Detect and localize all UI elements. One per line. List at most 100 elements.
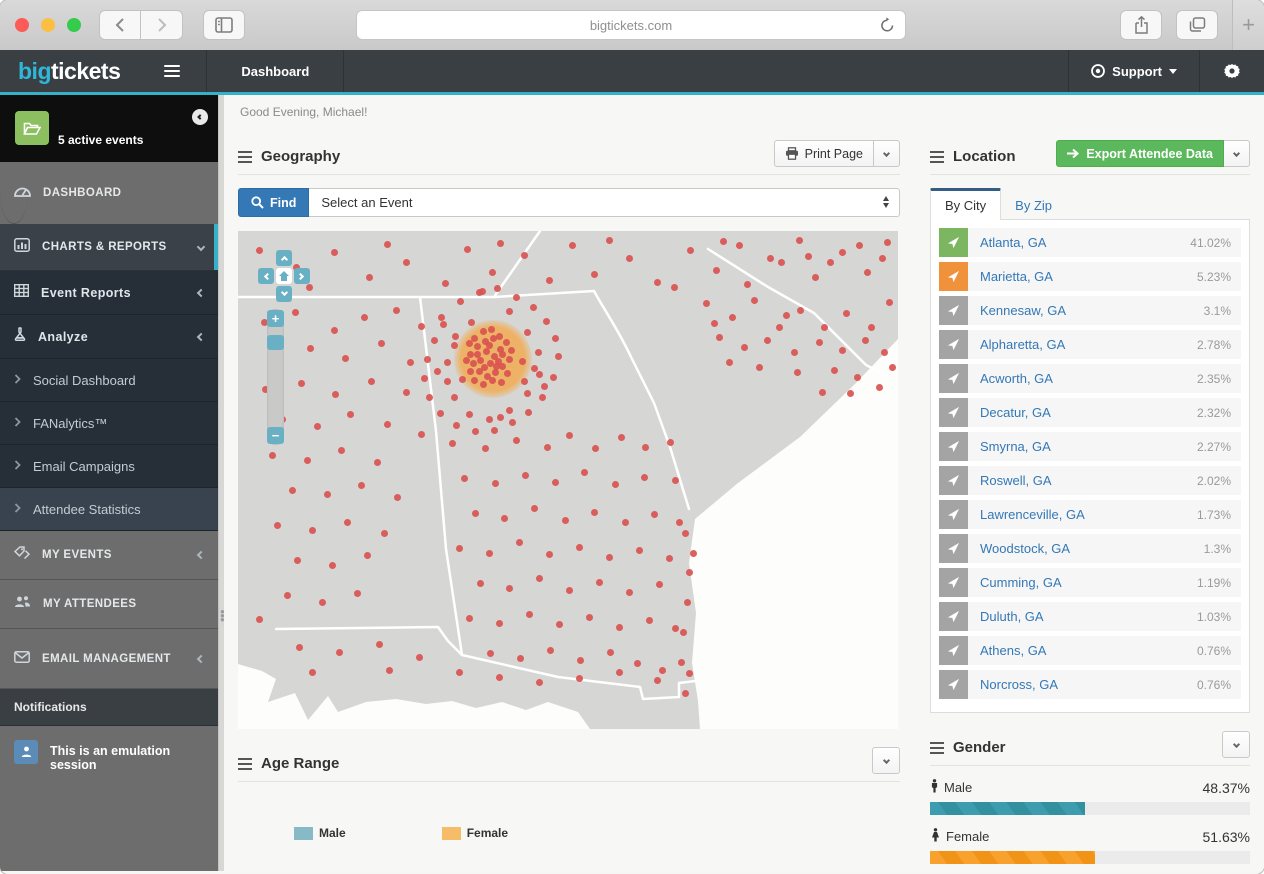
export-options-button[interactable] (1224, 140, 1250, 167)
forward-button[interactable] (141, 10, 183, 40)
city-row[interactable]: Roswell, GA2.02% (939, 466, 1241, 495)
tab-by-city[interactable]: By City (930, 188, 1001, 220)
city-row[interactable]: Alpharetta, GA2.78% (939, 330, 1241, 359)
city-name[interactable]: Cumming, GA (980, 575, 1062, 590)
support-menu[interactable]: Support (1068, 50, 1199, 92)
active-events-badge[interactable] (15, 111, 49, 145)
city-row[interactable]: Decatur, GA2.32% (939, 398, 1241, 427)
new-tab-button[interactable]: + (1232, 0, 1264, 50)
attendee-dot (531, 365, 538, 372)
sidebar-item-my-attendees[interactable]: MY ATTENDEES (0, 580, 218, 629)
city-row[interactable]: Duluth, GA1.03% (939, 602, 1241, 631)
print-page-button[interactable]: Print Page (774, 140, 874, 167)
sidebar-item-attendee-statistics[interactable]: Attendee Statistics (0, 488, 218, 531)
geography-map[interactable]: + − (238, 231, 898, 729)
city-name[interactable]: Woodstock, GA (980, 541, 1070, 556)
city-name[interactable]: Lawrenceville, GA (980, 507, 1085, 522)
collapse-sidebar-button[interactable] (192, 109, 208, 125)
attendee-dot (666, 555, 673, 562)
city-name[interactable]: Acworth, GA (980, 371, 1053, 386)
close-window-button[interactable] (15, 18, 29, 32)
menu-toggle-button[interactable] (138, 50, 206, 92)
city-name[interactable]: Roswell, GA (980, 473, 1052, 488)
city-name[interactable]: Smyrna, GA (980, 439, 1051, 454)
settings-button[interactable] (1199, 50, 1264, 92)
brand-logo[interactable]: bigtickets (0, 50, 138, 92)
city-name[interactable]: Atlanta, GA (980, 235, 1046, 250)
city-name[interactable]: Decatur, GA (980, 405, 1051, 420)
reload-button[interactable] (880, 17, 895, 34)
pan-up-button[interactable] (276, 250, 292, 266)
zoom-window-button[interactable] (67, 18, 81, 32)
minimize-window-button[interactable] (41, 18, 55, 32)
attendee-dot (256, 616, 263, 623)
sidebar-toggle-button[interactable] (203, 10, 245, 40)
sidebar-resize-handle[interactable]: ●●● (218, 95, 224, 871)
sidebar-item-dashboard[interactable]: DASHBOARD (0, 162, 28, 224)
city-row[interactable]: Acworth, GA2.35% (939, 364, 1241, 393)
panel-menu-icon[interactable] (238, 758, 252, 770)
attendee-dot (886, 299, 893, 306)
event-select[interactable]: Select an Event (309, 188, 900, 217)
sidebar-item-email-campaigns[interactable]: Email Campaigns (0, 445, 218, 488)
city-row[interactable]: Athens, GA0.76% (939, 636, 1241, 665)
find-button[interactable]: Find (238, 188, 309, 217)
city-row[interactable]: Cumming, GA1.19% (939, 568, 1241, 597)
city-name[interactable]: Marietta, GA (980, 269, 1053, 284)
address-bar[interactable]: bigtickets.com (356, 10, 906, 40)
export-attendee-data-button[interactable]: Export Attendee Data (1056, 140, 1224, 167)
attendee-dot (496, 620, 503, 627)
city-row[interactable]: Marietta, GA5.23% (939, 262, 1241, 291)
zoom-slider-handle[interactable] (267, 335, 284, 350)
sidebar-item-event-reports[interactable]: Event Reports (0, 271, 218, 315)
pan-right-button[interactable] (294, 268, 310, 284)
zoom-out-button[interactable]: − (267, 427, 284, 444)
city-row[interactable]: Kennesaw, GA3.1% (939, 296, 1241, 325)
attendee-dot (494, 285, 501, 292)
panel-menu-icon[interactable] (930, 742, 944, 754)
map-home-button[interactable] (276, 268, 292, 284)
attendee-dot (539, 394, 546, 401)
city-name[interactable]: Kennesaw, GA (980, 303, 1066, 318)
nav-tab-dashboard[interactable]: Dashboard (206, 50, 344, 92)
attendee-dot (506, 308, 513, 315)
zoom-in-button[interactable]: + (267, 310, 284, 327)
attendee-dot (284, 592, 291, 599)
arrow-right-icon (14, 457, 21, 475)
sidebar-item-analyze[interactable]: Analyze (0, 315, 218, 359)
pan-left-button[interactable] (258, 268, 274, 284)
sidebar-item-fanalytics[interactable]: FANalytics™ (0, 402, 218, 445)
sidebar-item-email-management[interactable]: EMAIL MANAGEMENT (0, 629, 218, 689)
tab-by-zip[interactable]: By Zip (1001, 191, 1066, 220)
sidebar-item-my-events[interactable]: MY EVENTS (0, 531, 218, 580)
city-row[interactable]: Woodstock, GA1.3% (939, 534, 1241, 563)
city-name[interactable]: Athens, GA (980, 643, 1046, 658)
city-name[interactable]: Duluth, GA (980, 609, 1044, 624)
attendee-dot (407, 359, 414, 366)
attendee-dot (543, 318, 550, 325)
share-button[interactable] (1120, 10, 1162, 40)
back-button[interactable] (99, 10, 141, 40)
pan-down-button[interactable] (276, 286, 292, 302)
location-arrow-icon (939, 568, 968, 597)
attendee-dot (541, 383, 548, 390)
city-name[interactable]: Norcross, GA (980, 677, 1058, 692)
gender-collapse-button[interactable] (1222, 731, 1250, 758)
print-options-button[interactable] (874, 140, 900, 167)
city-row[interactable]: Smyrna, GA2.27% (939, 432, 1241, 461)
city-row[interactable]: Norcross, GA0.76% (939, 670, 1241, 699)
life-ring-icon (1091, 64, 1105, 78)
city-row[interactable]: Atlanta, GA41.02% (939, 228, 1241, 257)
panel-menu-icon[interactable] (930, 151, 944, 163)
city-name[interactable]: Alpharetta, GA (980, 337, 1065, 352)
panel-menu-icon[interactable] (238, 151, 252, 163)
browser-window: bigtickets.com (0, 0, 1264, 874)
attendee-dot (449, 440, 456, 447)
sidebar-item-social-dashboard[interactable]: Social Dashboard (0, 359, 218, 402)
city-row[interactable]: Lawrenceville, GA1.73% (939, 500, 1241, 529)
age-range-collapse-button[interactable] (872, 747, 900, 774)
sidebar-item-charts-reports[interactable]: CHARTS & REPORTS (0, 224, 218, 271)
attendee-dot (314, 423, 321, 430)
attendee-dot (497, 240, 504, 247)
tab-overview-button[interactable] (1176, 10, 1218, 40)
